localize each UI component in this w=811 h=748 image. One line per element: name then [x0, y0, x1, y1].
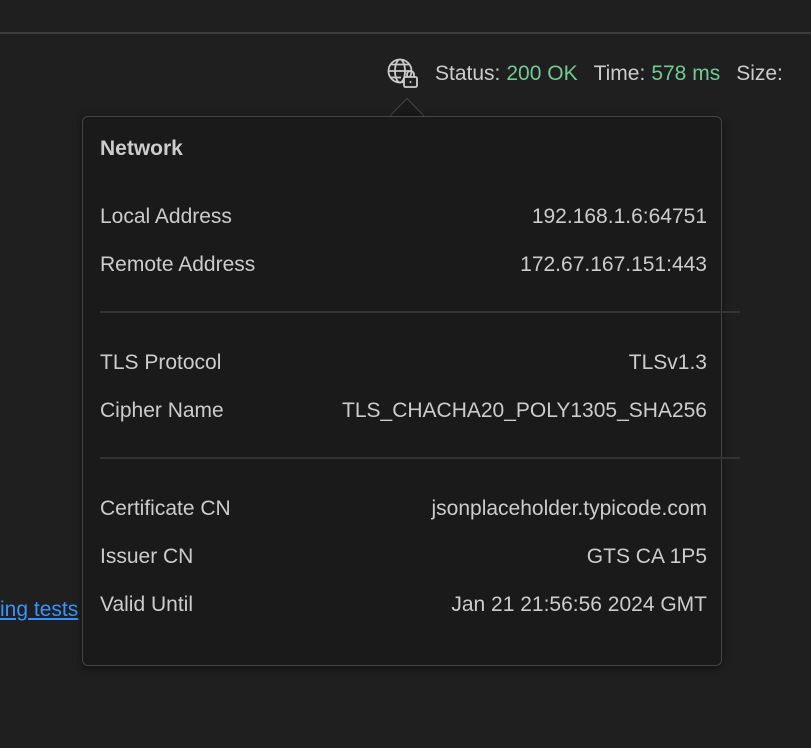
time-label: Time:: [593, 62, 646, 85]
info-value: TLSv1.3: [628, 351, 707, 374]
background-link[interactable]: ing tests: [0, 598, 78, 622]
info-label: Local Address: [100, 205, 232, 228]
network-info-popover: Network Local Address 192.168.1.6:64751 …: [82, 116, 740, 666]
info-row-remote-address: Remote Address 172.67.167.151:443: [100, 251, 707, 279]
section-divider: [100, 311, 740, 313]
time-value: 578 ms: [651, 62, 721, 85]
info-row-issuer-cn: Issuer CN GTS CA 1P5: [100, 543, 707, 571]
info-value: Jan 21 21:56:56 2024 GMT: [451, 593, 707, 616]
info-value: TLS_CHACHA20_POLY1305_SHA256: [342, 399, 707, 422]
popover-title: Network: [100, 137, 183, 160]
info-value: jsonplaceholder.typicode.com: [431, 497, 707, 520]
info-row-certificate-cn: Certificate CN jsonplaceholder.typicode.…: [100, 495, 707, 523]
info-label: Issuer CN: [100, 545, 194, 568]
response-status: Status: 200 OK: [435, 62, 578, 86]
info-value: GTS CA 1P5: [586, 545, 707, 568]
status-value: 200 OK: [506, 62, 578, 85]
info-label: Cipher Name: [100, 399, 224, 422]
response-time: Time: 578 ms: [594, 62, 721, 86]
panel-divider: [0, 32, 811, 34]
status-label: Status:: [435, 62, 501, 85]
response-size: Size:: [736, 62, 783, 86]
info-label: Remote Address: [100, 253, 256, 276]
globe-lock-icon[interactable]: [386, 57, 420, 91]
info-value: 192.168.1.6:64751: [531, 205, 707, 228]
response-status-bar: Status: 200 OK Time: 578 ms Size:: [386, 56, 799, 92]
info-label: TLS Protocol: [100, 351, 222, 374]
size-label: Size:: [736, 62, 783, 85]
info-row-cipher-name: Cipher Name TLS_CHACHA20_POLY1305_SHA256: [100, 397, 707, 425]
section-divider: [100, 457, 740, 459]
info-row-local-address: Local Address 192.168.1.6:64751: [100, 203, 707, 231]
info-row-valid-until: Valid Until Jan 21 21:56:56 2024 GMT: [100, 591, 707, 619]
info-value: 172.67.167.151:443: [520, 253, 707, 276]
info-label: Valid Until: [100, 593, 193, 616]
response-panel: Status: 200 OK Time: 578 ms Size: ing te…: [0, 0, 811, 748]
info-label: Certificate CN: [100, 497, 231, 520]
popover-arrow: [388, 97, 426, 118]
info-row-tls-protocol: TLS Protocol TLSv1.3: [100, 349, 707, 377]
